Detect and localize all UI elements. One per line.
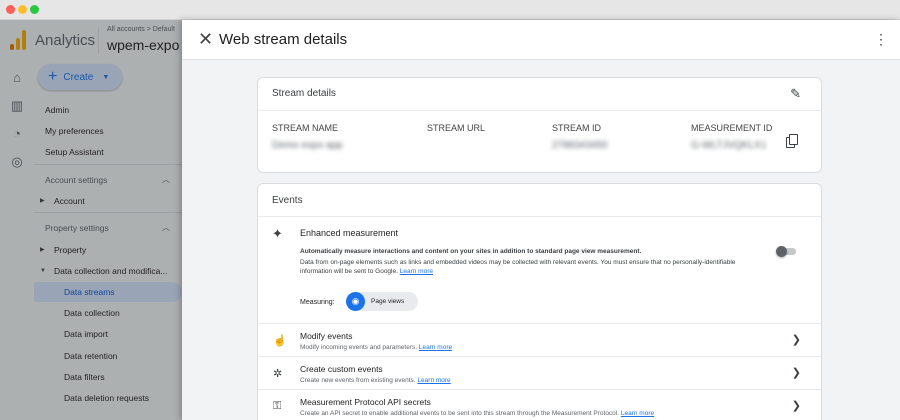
enhanced-measurement-title: Enhanced measurement — [300, 228, 399, 238]
measurement-id-label: MEASUREMENT ID — [691, 123, 773, 133]
events-header: Events — [258, 184, 821, 217]
stream-details-header: Stream details ✎ — [258, 78, 821, 111]
stream-id-label: STREAM ID — [552, 123, 602, 133]
measurement-protocol-desc-text: Create an API secret to enable additiona… — [300, 410, 620, 417]
create-custom-events-title: Create custom events — [300, 364, 383, 374]
modify-events-row[interactable]: ☝ Modify events Modify incoming events a… — [258, 323, 821, 356]
stream-details-title: Stream details — [272, 88, 336, 99]
window-close-dot[interactable] — [6, 5, 15, 14]
stream-id-value: 2788343450 — [552, 140, 608, 151]
modal-scrim[interactable] — [0, 20, 182, 420]
modify-events-title: Modify events — [300, 331, 353, 341]
edit-pencil-icon[interactable]: ✎ — [790, 86, 801, 102]
chevron-right-icon: ❯ — [791, 334, 801, 346]
page-views-chip-label: Page views — [371, 298, 405, 305]
web-stream-details-panel: ✕ Web stream details ⋮ Stream details ✎ … — [182, 20, 900, 420]
window-maximize-dot[interactable] — [30, 5, 39, 14]
chevron-right-icon: ❯ — [791, 367, 801, 379]
measurement-protocol-learn-more-link[interactable]: Learn more — [621, 410, 654, 417]
stream-name-label: STREAM NAME — [272, 123, 339, 133]
events-title: Events — [272, 195, 303, 206]
window-titlebar — [0, 0, 900, 20]
create-custom-events-desc-text: Create new events from existing events. — [300, 377, 416, 384]
copy-icon[interactable] — [786, 134, 798, 148]
measurement-id-value: G-WLTJVQKLX1 — [691, 140, 767, 151]
enhanced-measurement-summary: Automatically measure interactions and c… — [300, 248, 642, 255]
click-sparkle-icon: ✲ — [273, 368, 283, 380]
modify-events-learn-more-link[interactable]: Learn more — [419, 344, 452, 351]
measuring-label: Measuring: — [300, 299, 335, 306]
enhanced-learn-more-link[interactable]: Learn more — [400, 268, 433, 275]
stream-details-card: Stream details ✎ STREAM NAME Demo expo a… — [257, 77, 822, 173]
create-custom-events-learn-more-link[interactable]: Learn more — [417, 377, 450, 384]
touch-hand-icon: ☝ — [273, 335, 287, 347]
page-views-chip[interactable]: ◉ Page views — [346, 292, 418, 311]
stream-name-value: Demo expo app — [272, 140, 343, 151]
chevron-right-icon: ❯ — [791, 400, 801, 412]
measurement-protocol-desc: Create an API secret to enable additiona… — [300, 410, 654, 417]
toggle-knob — [776, 246, 787, 257]
measurement-protocol-title: Measurement Protocol API secrets — [300, 397, 431, 407]
close-icon[interactable]: ✕ — [198, 29, 213, 49]
modify-events-desc: Modify incoming events and parameters. L… — [300, 344, 452, 351]
enhanced-measurement-body: Data from on-page elements such as links… — [300, 259, 736, 275]
more-vert-icon[interactable]: ⋮ — [874, 30, 888, 48]
enhanced-measurement-toggle[interactable] — [776, 246, 796, 257]
create-custom-events-row[interactable]: ✲ Create custom events Create new events… — [258, 356, 821, 389]
window-minimize-dot[interactable] — [18, 5, 27, 14]
eye-icon: ◉ — [346, 292, 365, 311]
sparkle-icon: ✦ — [272, 226, 283, 241]
create-custom-events-desc: Create new events from existing events. … — [300, 377, 451, 384]
enhanced-measurement-description: Data from on-page elements such as links… — [300, 258, 768, 276]
key-icon: ⚿ — [273, 400, 282, 412]
panel-title: Web stream details — [219, 31, 348, 48]
modify-events-desc-text: Modify incoming events and parameters. — [300, 344, 418, 351]
stream-url-label: STREAM URL — [427, 123, 486, 133]
measurement-protocol-row[interactable]: ⚿ Measurement Protocol API secrets Creat… — [258, 389, 821, 420]
panel-header: ✕ Web stream details ⋮ — [182, 20, 900, 60]
events-card: Events ✦ Enhanced measurement Automatica… — [257, 183, 822, 420]
